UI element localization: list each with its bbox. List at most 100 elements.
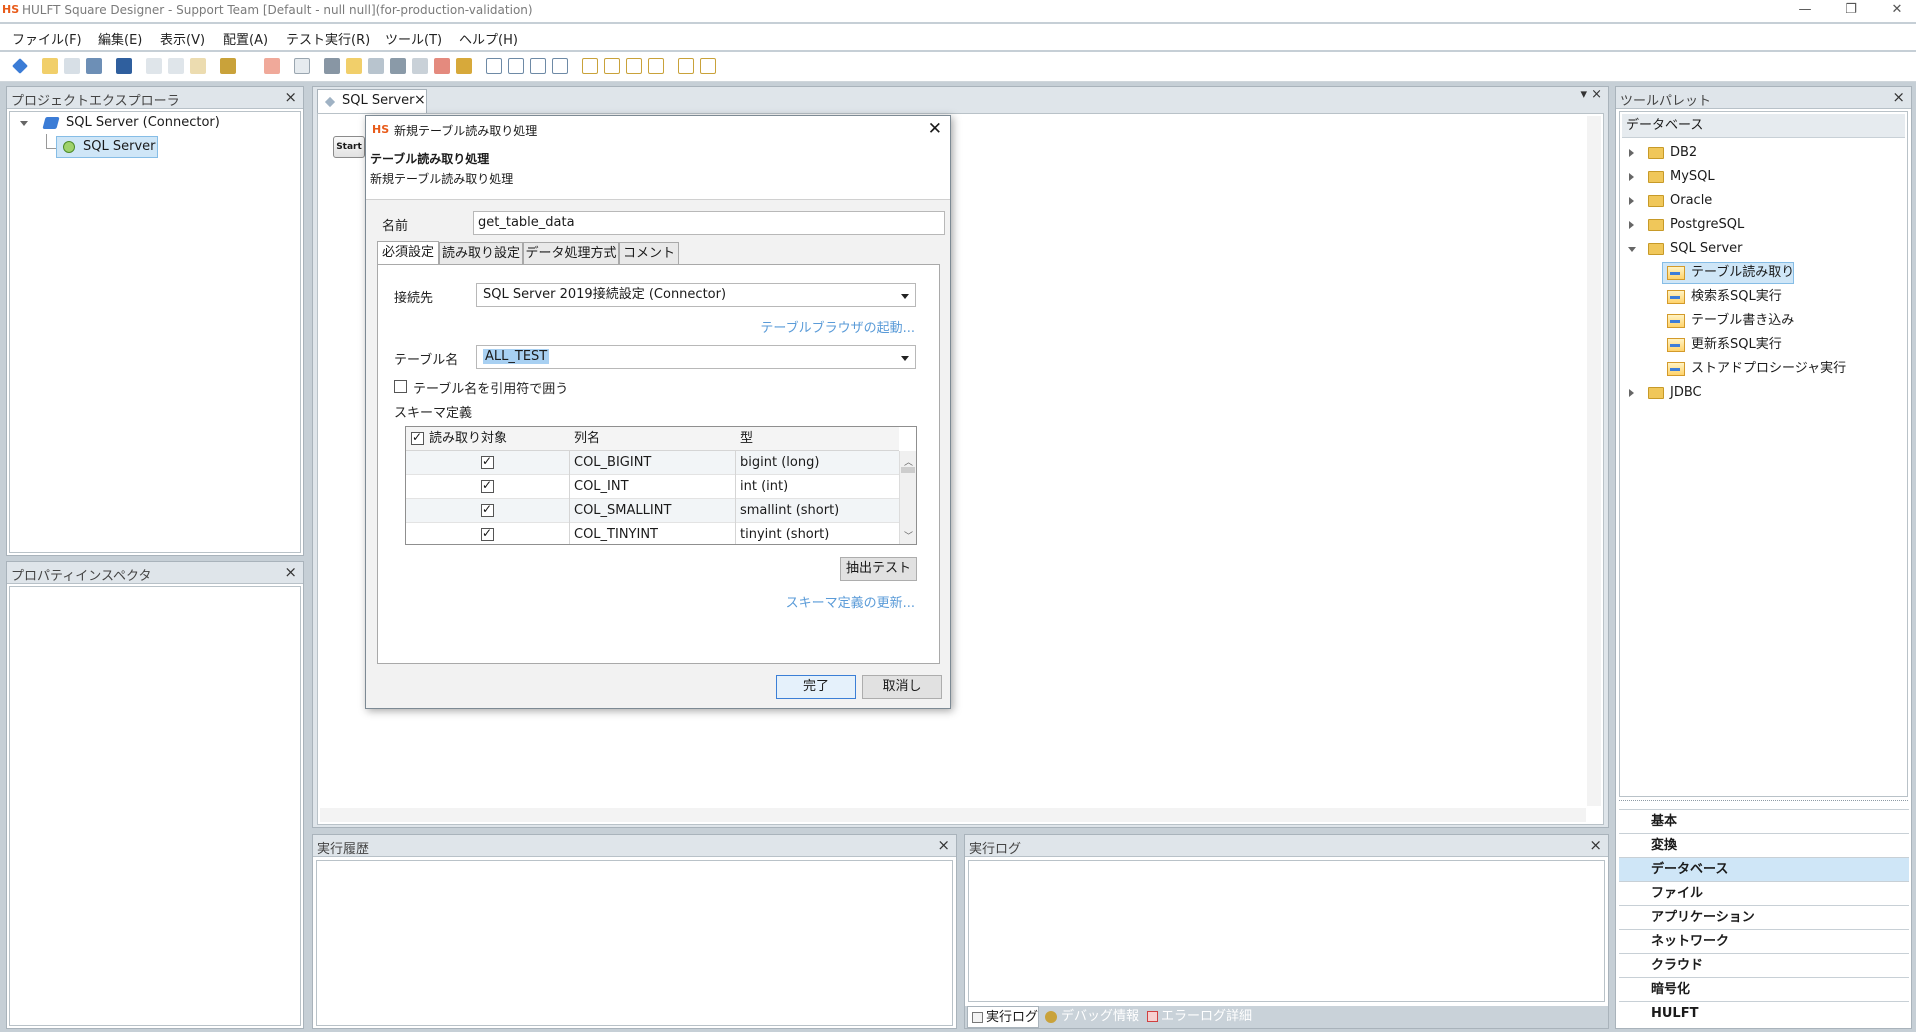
category-encryption[interactable]: 暗号化: [1619, 977, 1909, 1001]
stop-icon[interactable]: [264, 58, 280, 74]
row-read-checkbox[interactable]: [481, 502, 494, 517]
exec-log-close-icon[interactable]: ×: [1589, 836, 1602, 854]
tab-sql-server[interactable]: SQL Server ×: [317, 89, 427, 113]
property-inspector-close-icon[interactable]: ×: [284, 563, 297, 581]
align-left-icon[interactable]: [486, 58, 502, 74]
tab-data-processing[interactable]: データ処理方式: [523, 242, 619, 266]
start-node[interactable]: Start: [333, 136, 365, 158]
tree-item-sql-server[interactable]: SQL Server: [56, 136, 158, 158]
expand-icon[interactable]: [1629, 149, 1634, 157]
menu-test-run[interactable]: テスト実行(R): [286, 29, 370, 48]
canvas-horizontal-scrollbar[interactable]: [320, 808, 1586, 822]
tab-error-log[interactable]: エラーログ詳細: [1143, 1006, 1253, 1028]
same-height-icon[interactable]: [648, 58, 664, 74]
canvas-vertical-scrollbar[interactable]: [1587, 116, 1601, 806]
expand-icon[interactable]: [20, 121, 28, 126]
align-top-icon[interactable]: [552, 58, 568, 74]
category-hulft[interactable]: HULFT: [1619, 1001, 1909, 1025]
open-folder-icon[interactable]: [42, 58, 58, 74]
tool-palette-close-icon[interactable]: ×: [1892, 88, 1905, 106]
palette-splitter[interactable]: [1619, 800, 1908, 806]
table-row[interactable]: COL_INT int (int): [406, 475, 899, 499]
palette-tool-table-write[interactable]: テーブル書き込み: [1662, 310, 1862, 332]
save-icon[interactable]: [116, 58, 132, 74]
tab-required-settings[interactable]: 必須設定: [377, 241, 439, 265]
palette-item-postgresql[interactable]: PostgreSQL: [1626, 214, 1896, 236]
distribute-v-icon[interactable]: [604, 58, 620, 74]
palette-tool-stored-procedure[interactable]: ストアドプロシージャ実行: [1662, 358, 1882, 380]
schema-update-link[interactable]: スキーマ定義の更新...: [786, 592, 915, 611]
category-network[interactable]: ネットワーク: [1619, 929, 1909, 953]
calendar-icon[interactable]: [434, 58, 450, 74]
category-application[interactable]: アプリケーション: [1619, 905, 1909, 929]
restore-button[interactable]: ❐: [1828, 0, 1874, 22]
document-icon[interactable]: [368, 58, 384, 74]
row-read-checkbox[interactable]: [481, 454, 494, 469]
palette-item-jdbc[interactable]: JDBC: [1626, 382, 1896, 404]
menu-help[interactable]: ヘルプ(H): [459, 29, 518, 48]
align-right-icon[interactable]: [530, 58, 546, 74]
select-all-checkbox[interactable]: [411, 430, 424, 445]
resize-h-icon[interactable]: [678, 58, 694, 74]
project-explorer-close-icon[interactable]: ×: [284, 88, 297, 106]
window-icon[interactable]: [412, 58, 428, 74]
expand-icon[interactable]: [1629, 389, 1634, 397]
table-name-select[interactable]: ALL_TEST: [476, 345, 916, 369]
palette-item-sql-server[interactable]: SQL Server: [1626, 238, 1896, 260]
editor-panel-controls[interactable]: ▾ ×: [1580, 87, 1602, 102]
resize-v-icon[interactable]: [700, 58, 716, 74]
palette-item-oracle[interactable]: Oracle: [1626, 190, 1896, 212]
tab-exec-log[interactable]: 実行ログ: [967, 1006, 1039, 1028]
palette-item-db2[interactable]: DB2: [1626, 142, 1896, 164]
palette-tool-update-sql[interactable]: 更新系SQL実行: [1662, 334, 1862, 356]
category-cloud[interactable]: クラウド: [1619, 953, 1909, 977]
finish-button[interactable]: 完了: [776, 675, 856, 699]
scroll-down-icon[interactable]: ﹀: [904, 529, 913, 542]
row-read-checkbox[interactable]: [481, 526, 494, 541]
row-read-checkbox[interactable]: [481, 478, 494, 493]
table-browser-link[interactable]: テーブルブラウザの起動...: [760, 317, 915, 336]
debug-icon[interactable]: [220, 58, 236, 74]
cut-icon[interactable]: [146, 58, 162, 74]
expand-icon[interactable]: [1629, 173, 1634, 181]
cancel-button[interactable]: 取消し: [862, 675, 942, 699]
export-icon[interactable]: [86, 58, 102, 74]
menu-tools[interactable]: ツール(T): [385, 29, 442, 48]
user-icon[interactable]: [456, 58, 472, 74]
connection-select[interactable]: SQL Server 2019接続設定 (Connector): [476, 283, 916, 307]
copy-icon[interactable]: [168, 58, 184, 74]
palette-item-mysql[interactable]: MySQL: [1626, 166, 1896, 188]
expand-icon[interactable]: [1629, 221, 1634, 229]
category-database[interactable]: データベース: [1619, 857, 1909, 881]
exec-history-close-icon[interactable]: ×: [937, 836, 950, 854]
palette-tool-table-read[interactable]: テーブル読み取り: [1662, 262, 1794, 284]
menu-view[interactable]: 表示(V): [160, 29, 205, 48]
folder-tool-icon[interactable]: [346, 58, 362, 74]
grid-vertical-scrollbar[interactable]: ︿ ﹀: [899, 451, 916, 544]
extract-test-button[interactable]: 抽出テスト: [840, 557, 917, 581]
quote-table-name-checkbox[interactable]: [394, 380, 407, 393]
dialog-close-icon[interactable]: ✕: [928, 119, 942, 139]
category-transform[interactable]: 変換: [1619, 833, 1909, 857]
distribute-h-icon[interactable]: [582, 58, 598, 74]
menu-arrange[interactable]: 配置(A): [223, 29, 268, 48]
expand-icon[interactable]: [1629, 197, 1634, 205]
menu-edit[interactable]: 編集(E): [98, 29, 142, 48]
tab-close-icon[interactable]: ×: [414, 92, 426, 108]
tab-read-settings[interactable]: 読み取り設定: [439, 242, 523, 266]
collapse-icon[interactable]: [1628, 247, 1636, 252]
tree-item-connector[interactable]: SQL Server (Connector): [14, 112, 294, 134]
category-file[interactable]: ファイル: [1619, 881, 1909, 905]
paste-icon[interactable]: [190, 58, 206, 74]
name-field[interactable]: get_table_data: [473, 211, 945, 235]
wrench-icon[interactable]: [324, 58, 340, 74]
same-width-icon[interactable]: [626, 58, 642, 74]
new-project-icon[interactable]: [12, 58, 28, 74]
minimize-button[interactable]: —: [1782, 0, 1828, 22]
menu-file[interactable]: ファイル(F): [12, 29, 82, 48]
tab-comment[interactable]: コメント: [619, 242, 679, 266]
table-row[interactable]: COL_SMALLINT smallint (short): [406, 499, 899, 523]
grid-icon[interactable]: [294, 58, 310, 74]
table-row[interactable]: COL_BIGINT bigint (long): [406, 451, 899, 475]
settings-icon[interactable]: [390, 58, 406, 74]
